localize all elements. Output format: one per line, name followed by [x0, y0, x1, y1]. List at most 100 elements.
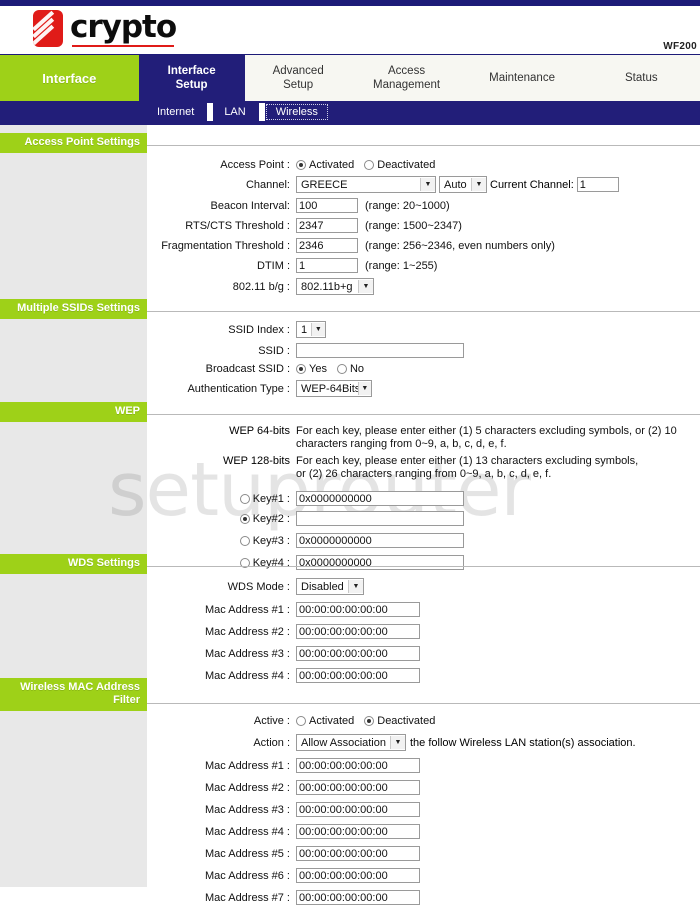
label-key-2: Key#2 : — [147, 513, 296, 525]
key-1-field[interactable] — [296, 491, 464, 506]
filter-mac-1-field[interactable] — [296, 758, 420, 773]
wds-mac-1-field[interactable] — [296, 602, 420, 617]
row-filter-mac-5: Mac Address #5 : — [147, 846, 700, 861]
radio-broadcast-yes[interactable] — [296, 364, 306, 374]
filter-active-radio-group[interactable]: Activated Deactivated — [296, 715, 445, 727]
section-header-multiple-ssids: Multiple SSIDs Settings — [0, 299, 147, 319]
ssid-field[interactable] — [296, 343, 464, 358]
radio-key-3[interactable] — [239, 535, 250, 546]
radio-broadcast-no[interactable] — [336, 364, 347, 374]
label-key-2-text: Key#2 : — [252, 512, 290, 525]
desc-wep-128: For each key, please enter either (1) 13… — [296, 455, 639, 480]
row-access-point: Access Point : Activated Deactivated — [147, 159, 700, 171]
label-filter-active: Active : — [253, 715, 290, 727]
row-filter-mac-2: Mac Address #2 : — [147, 780, 700, 795]
chevron-down-icon: ▼ — [357, 382, 371, 395]
filter-mac-2-field[interactable] — [296, 780, 420, 795]
filter-mac-7-controls — [296, 890, 420, 905]
wds-mac-3-field[interactable] — [296, 646, 420, 661]
filter-mac-5-field[interactable] — [296, 846, 420, 861]
filter-mac-6-field[interactable] — [296, 868, 420, 883]
select-wireless-mode-value: 802.11b+g — [301, 280, 353, 293]
subnav-separator — [258, 103, 265, 121]
radio-access-point-activated[interactable] — [296, 160, 306, 170]
row-channel: Channel: GREECE ▼ Auto ▼ Current Channel… — [147, 176, 700, 193]
crypto-logo-icon — [33, 10, 63, 47]
rts-threshold-field[interactable] — [296, 218, 358, 233]
key-4-field[interactable] — [296, 555, 464, 570]
label-deactivated: Deactivated — [377, 159, 436, 171]
fragmentation-threshold-field[interactable] — [296, 238, 358, 253]
hint-dtim: (range: 1~255) — [365, 259, 438, 272]
key-3-field[interactable] — [296, 533, 464, 548]
tab-advanced-setup[interactable]: Advanced Setup — [245, 55, 352, 101]
tab-maintenance[interactable]: Maintenance — [461, 55, 582, 101]
label-wds-mac-1: Mac Address #1 : — [205, 603, 290, 616]
key-1-controls — [296, 491, 464, 506]
select-authentication-type[interactable]: WEP-64Bits ▼ — [296, 380, 372, 397]
label-filter-mac-6: Mac Address #6 : — [205, 869, 290, 882]
subtab-wireless[interactable]: Wireless — [265, 104, 328, 120]
ssid-controls — [296, 343, 464, 358]
current-channel-field[interactable] — [576, 177, 619, 192]
section-header-wds: WDS Settings — [0, 554, 147, 574]
label-wep-128: WEP 128-bits — [222, 455, 290, 467]
label-wds-mac-3: Mac Address #3 : — [205, 647, 290, 660]
row-wireless-mode: 802.11 b/g : 802.11b+g ▼ — [147, 278, 700, 295]
select-filter-action[interactable]: Allow Association ▼ — [296, 734, 406, 751]
radio-access-point-deactivated[interactable] — [364, 160, 375, 170]
filter-mac-4-controls — [296, 824, 420, 839]
row-wds-mac-1: Mac Address #1 : — [147, 602, 700, 617]
label-dtim: DTIM : — [257, 259, 290, 272]
key-3-controls — [296, 533, 464, 548]
row-fragmentation-threshold: Fragmentation Threshold : (range: 256~23… — [147, 238, 700, 253]
beacon-interval-field[interactable] — [296, 198, 358, 213]
row-key-1: Key#1 : — [147, 491, 700, 506]
filter-mac-7-field[interactable] — [296, 890, 420, 905]
label-wep-64: WEP 64-bits — [229, 425, 290, 437]
radio-filter-activated[interactable] — [296, 716, 306, 726]
section-header-wep: WEP — [0, 402, 147, 422]
select-authentication-type-value: WEP-64Bits — [301, 382, 358, 395]
nav-brand-interface: Interface — [0, 55, 139, 101]
radio-key-1[interactable] — [239, 493, 250, 504]
access-point-radio-group[interactable]: Activated Deactivated — [296, 159, 445, 171]
dtim-field[interactable] — [296, 258, 358, 273]
subtab-internet[interactable]: Internet — [147, 104, 204, 120]
radio-key-2[interactable] — [239, 513, 250, 524]
select-wds-mode[interactable]: Disabled ▼ — [296, 578, 364, 595]
tab-access-management[interactable]: Access Management — [352, 55, 462, 101]
subtab-lan[interactable]: LAN — [214, 104, 255, 120]
select-ssid-index-value: 1 — [301, 323, 308, 336]
filter-mac-4-field[interactable] — [296, 824, 420, 839]
row-ssid-index: SSID Index : 1 ▼ — [147, 321, 700, 338]
tab-status[interactable]: Status — [583, 55, 700, 101]
key-2-controls — [296, 511, 464, 526]
row-key-2: Key#2 : — [147, 511, 700, 526]
auth-controls: WEP-64Bits ▼ — [296, 380, 372, 397]
radio-filter-deactivated[interactable] — [364, 716, 375, 726]
row-key-3: Key#3 : — [147, 533, 700, 548]
label-wds-mac-4: Mac Address #4 : — [205, 669, 290, 682]
wds-mac-4-field[interactable] — [296, 668, 420, 683]
row-wep128: WEP 128-bits For each key, please enter … — [147, 455, 700, 481]
select-wireless-mode[interactable]: 802.11b+g ▼ — [296, 278, 374, 295]
filter-mac-3-field[interactable] — [296, 802, 420, 817]
hint-rts-threshold: (range: 1500~2347) — [365, 219, 462, 232]
key-2-field[interactable] — [296, 511, 464, 526]
wds-mac-2-controls — [296, 624, 420, 639]
filter-mac-3-controls — [296, 802, 420, 817]
section-divider — [147, 311, 700, 312]
label-filter-action: Action : — [253, 736, 290, 749]
select-channel-auto[interactable]: Auto ▼ — [439, 176, 487, 193]
wds-mac-2-field[interactable] — [296, 624, 420, 639]
router-admin-page: crypto WF200 Interface Interface Setup Ad… — [0, 0, 700, 905]
select-channel-country[interactable]: GREECE ▼ — [296, 176, 436, 193]
broadcast-ssid-radio-group[interactable]: Yes No — [296, 363, 374, 375]
tab-interface-setup[interactable]: Interface Setup — [138, 55, 245, 101]
brand-name: crypto — [70, 8, 177, 47]
row-wep64: WEP 64-bits For each key, please enter e… — [147, 425, 700, 451]
section-header-access-point: Access Point Settings — [0, 133, 147, 153]
select-ssid-index[interactable]: 1 ▼ — [296, 321, 326, 338]
label-key-1: Key#1 : — [147, 493, 296, 505]
